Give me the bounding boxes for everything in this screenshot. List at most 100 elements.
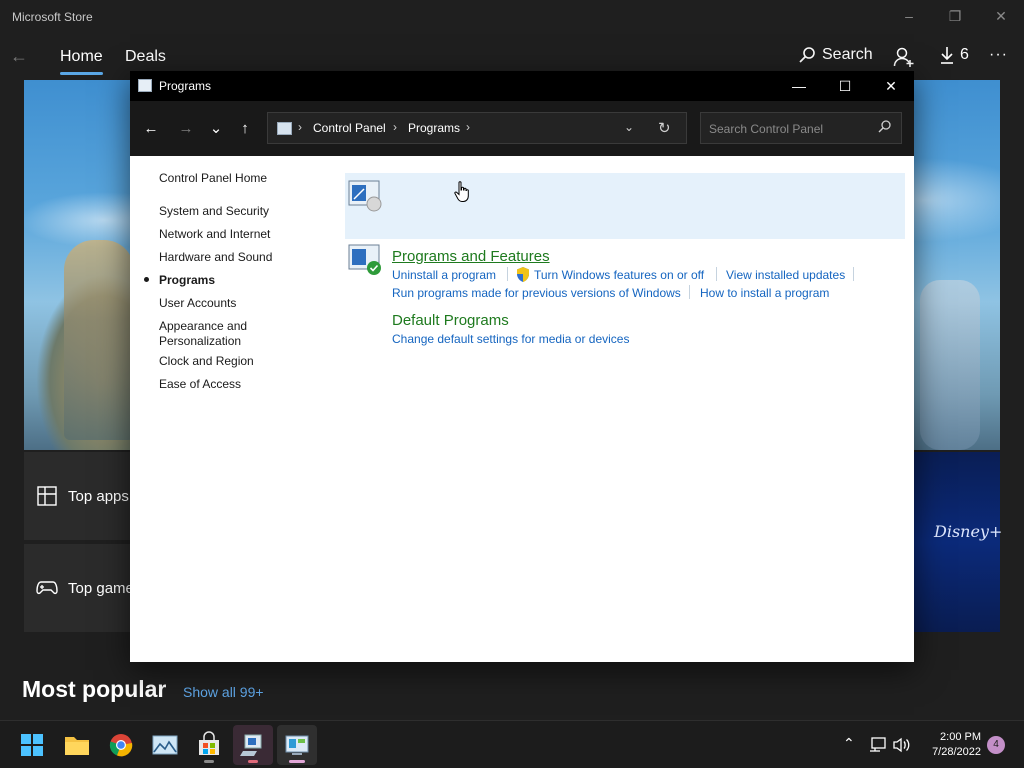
store-minimize-button[interactable]: – (897, 6, 921, 26)
default-programs-title[interactable]: Default Programs (392, 312, 509, 329)
clock-date: 7/28/2022 (932, 746, 981, 758)
sidebar: Control Panel Home System and Security N… (130, 156, 340, 662)
top-apps-tile[interactable]: Top apps (24, 452, 134, 540)
sidebar-item-ease-of-access[interactable]: Ease of Access (159, 377, 241, 392)
clock-time: 2:00 PM (940, 731, 981, 743)
sidebar-item-clock-and-region[interactable]: Clock and Region (159, 354, 254, 369)
forward-button[interactable]: → (175, 119, 197, 139)
navigation-bar: ← → ⌄ ↑ › Control Panel › Programs › ⌄ ↻… (130, 101, 914, 156)
store-icon (199, 731, 219, 755)
refresh-icon[interactable]: ↻ (658, 119, 671, 137)
category-hover-highlight (345, 173, 905, 239)
downloads-button[interactable]: 6 (940, 46, 969, 64)
clock[interactable]: 2:00 PM 7/28/2022 (925, 730, 981, 760)
store-titlebar: Microsoft Store – ❐ ✕ (0, 0, 1024, 34)
view-installed-updates-link[interactable]: View installed updates (726, 268, 845, 282)
sidebar-item-network-and-internet[interactable]: Network and Internet (159, 227, 270, 242)
store-tab-home[interactable]: Home (60, 48, 103, 75)
uninstall-program-link[interactable]: Uninstall a program (392, 268, 496, 282)
store-tab-deals[interactable]: Deals (125, 48, 166, 66)
start-icon (21, 734, 43, 756)
control-panel-icon (277, 122, 292, 135)
control-panel-icon (138, 79, 152, 92)
sidebar-item-appearance-and-personalization[interactable]: Appearance and Personalization (159, 319, 247, 349)
link-separator (507, 267, 508, 281)
breadcrumb-control-panel[interactable]: Control Panel (313, 121, 386, 135)
account-button[interactable] (893, 46, 915, 68)
add-user-icon (893, 47, 914, 67)
grid-icon (37, 486, 57, 506)
run-older-programs-link[interactable]: Run programs made for previous versions … (392, 286, 681, 300)
store-app-title: Microsoft Store (12, 10, 93, 24)
show-hidden-icons-button[interactable]: ⌃ (843, 735, 855, 752)
sidebar-item-control-panel-home[interactable]: Control Panel Home (159, 171, 267, 186)
photos-icon (152, 735, 178, 755)
hero-art-right (920, 280, 980, 450)
sidebar-item-system-and-security[interactable]: System and Security (159, 204, 269, 219)
search-placeholder: Search Control Panel (709, 122, 824, 136)
programs-and-features-icon (348, 180, 382, 212)
gamepad-icon (36, 581, 58, 595)
minimize-button[interactable]: — (776, 71, 822, 101)
back-button[interactable]: ← (140, 119, 162, 139)
taskbar-control-panel[interactable] (277, 725, 317, 765)
store-search-label: Search (822, 46, 873, 63)
chevron-down-icon[interactable]: ⌄ (624, 120, 634, 134)
link-separator (689, 285, 690, 299)
show-all-link[interactable]: Show all 99+ (183, 684, 264, 700)
running-indicator (248, 760, 258, 763)
notification-badge[interactable]: 4 (987, 736, 1005, 754)
uac-shield-icon (517, 267, 529, 282)
taskbar-remote-app[interactable] (233, 725, 273, 765)
active-window-indicator (289, 760, 305, 763)
file-explorer-icon (65, 737, 89, 755)
store-close-button[interactable]: ✕ (989, 6, 1013, 26)
start-button[interactable] (12, 725, 52, 765)
download-icon (941, 47, 953, 64)
network-icon[interactable] (869, 737, 887, 753)
link-separator (716, 267, 717, 281)
volume-icon[interactable] (893, 737, 911, 753)
up-button[interactable]: ↑ (234, 119, 256, 139)
search-input[interactable]: Search Control Panel (700, 112, 902, 144)
taskbar-photos[interactable] (145, 725, 185, 765)
maximize-button[interactable]: ☐ (822, 71, 868, 101)
taskbar: ⌃ 2:00 PM 7/28/2022 4 (0, 720, 1024, 768)
taskbar-microsoft-store[interactable] (189, 725, 229, 765)
breadcrumb-separator: › (298, 120, 302, 134)
programs-window: Programs — ☐ ✕ ← → ⌄ ↑ › Control Panel ›… (130, 71, 914, 662)
store-restore-button[interactable]: ❐ (943, 6, 967, 26)
taskbar-chrome[interactable] (101, 725, 141, 765)
breadcrumb-separator[interactable]: › (393, 120, 397, 134)
downloads-count: 6 (960, 46, 969, 63)
sidebar-item-hardware-and-sound[interactable]: Hardware and Sound (159, 250, 272, 265)
sidebar-item-user-accounts[interactable]: User Accounts (159, 296, 236, 311)
search-icon (878, 120, 891, 133)
hero-art-tower (64, 240, 134, 440)
programs-and-features-title[interactable]: Programs and Features (392, 248, 550, 265)
disney-plus-tile[interactable]: Disney+ (914, 452, 1002, 632)
search-icon (799, 47, 815, 63)
address-bar[interactable]: › Control Panel › Programs › ⌄ ↻ (267, 112, 687, 144)
default-programs-icon (348, 244, 381, 275)
window-title: Programs (159, 79, 212, 93)
most-popular-heading: Most popular (22, 676, 167, 702)
programs-titlebar: Programs — ☐ ✕ (130, 71, 914, 101)
store-back-button[interactable]: ← (10, 46, 28, 67)
remote-app-icon (240, 734, 262, 756)
change-default-settings-link[interactable]: Change default settings for media or dev… (392, 332, 629, 346)
taskbar-file-explorer[interactable] (57, 725, 97, 765)
turn-windows-features-link[interactable]: Turn Windows features on or off (534, 268, 704, 282)
how-to-install-link[interactable]: How to install a program (700, 286, 829, 300)
breadcrumb-programs[interactable]: Programs (408, 121, 460, 135)
sidebar-item-programs[interactable]: Programs (159, 273, 215, 288)
top-apps-label: Top apps (68, 488, 129, 505)
category-content: Programs and Features Uninstall a progra… (340, 156, 914, 662)
more-options-button[interactable]: ··· (989, 46, 1008, 64)
hand-cursor-icon (454, 181, 469, 202)
close-button[interactable]: ✕ (868, 71, 914, 101)
recent-locations-button[interactable]: ⌄ (205, 119, 227, 139)
breadcrumb-separator[interactable]: › (466, 120, 470, 134)
store-search-button[interactable]: Search (798, 46, 873, 64)
top-games-tile[interactable]: Top games (24, 544, 141, 632)
